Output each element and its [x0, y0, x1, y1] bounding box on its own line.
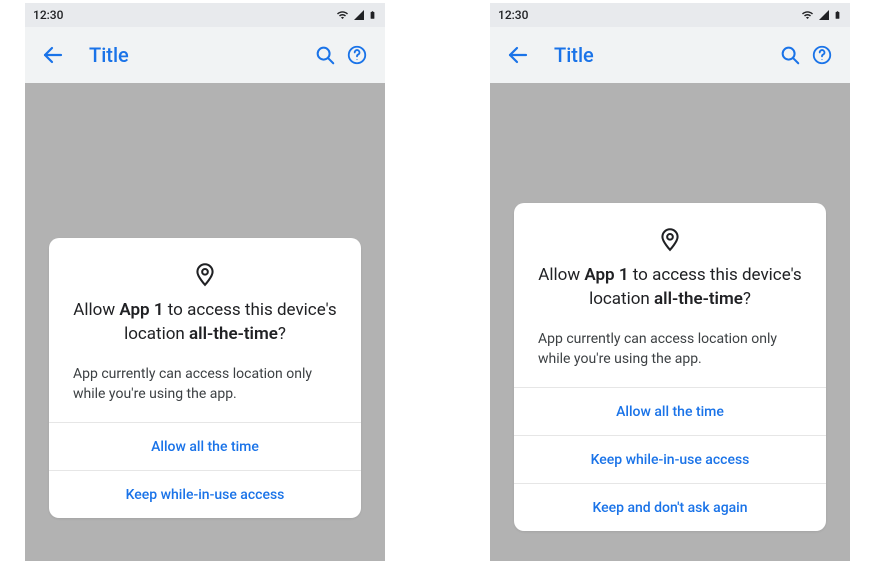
option-allow-all-time[interactable]: Allow all the time	[49, 422, 361, 470]
permission-dialog: Allow App 1 to access this device's loca…	[49, 238, 361, 518]
cellular-icon	[817, 9, 831, 21]
battery-icon	[833, 8, 842, 22]
phone-mock-right: 12:30 Title	[490, 3, 850, 561]
option-keep-dont-ask[interactable]: Keep and don't ask again	[514, 483, 826, 531]
app-bar: Title	[25, 27, 385, 83]
wifi-icon	[335, 9, 350, 21]
option-keep-while-in-use[interactable]: Keep while-in-use access	[514, 435, 826, 483]
search-button[interactable]	[309, 39, 341, 71]
location-pin-icon	[73, 260, 337, 288]
wifi-icon	[800, 9, 815, 21]
status-time: 12:30	[498, 8, 528, 22]
status-time: 12:30	[33, 8, 63, 22]
dialog-title: Allow App 1 to access this device's loca…	[73, 298, 337, 346]
search-icon	[314, 44, 336, 66]
status-bar: 12:30	[490, 3, 850, 27]
phone-mock-left: 12:30 Title	[25, 3, 385, 561]
location-pin-icon	[538, 225, 802, 253]
scrim: Allow App 1 to access this device's loca…	[25, 83, 385, 561]
arrow-back-icon	[506, 43, 530, 67]
dialog-body: App currently can access location only w…	[49, 354, 361, 422]
status-bar: 12:30	[25, 3, 385, 27]
status-icons	[800, 8, 842, 22]
permission-dialog: Allow App 1 to access this device's loca…	[514, 203, 826, 531]
option-keep-while-in-use[interactable]: Keep while-in-use access	[49, 470, 361, 518]
help-button[interactable]	[341, 39, 373, 71]
app-bar-title: Title	[69, 43, 309, 67]
app-bar-title: Title	[534, 43, 774, 67]
dialog-title: Allow App 1 to access this device's loca…	[538, 263, 802, 311]
arrow-back-icon	[41, 43, 65, 67]
help-icon	[811, 44, 833, 66]
back-button[interactable]	[502, 39, 534, 71]
back-button[interactable]	[37, 39, 69, 71]
app-bar: Title	[490, 27, 850, 83]
status-icons	[335, 8, 377, 22]
help-button[interactable]	[806, 39, 838, 71]
dialog-body: App currently can access location only w…	[514, 319, 826, 387]
search-button[interactable]	[774, 39, 806, 71]
help-icon	[346, 44, 368, 66]
option-allow-all-time[interactable]: Allow all the time	[514, 387, 826, 435]
scrim: Allow App 1 to access this device's loca…	[490, 83, 850, 561]
cellular-icon	[352, 9, 366, 21]
battery-icon	[368, 8, 377, 22]
search-icon	[779, 44, 801, 66]
